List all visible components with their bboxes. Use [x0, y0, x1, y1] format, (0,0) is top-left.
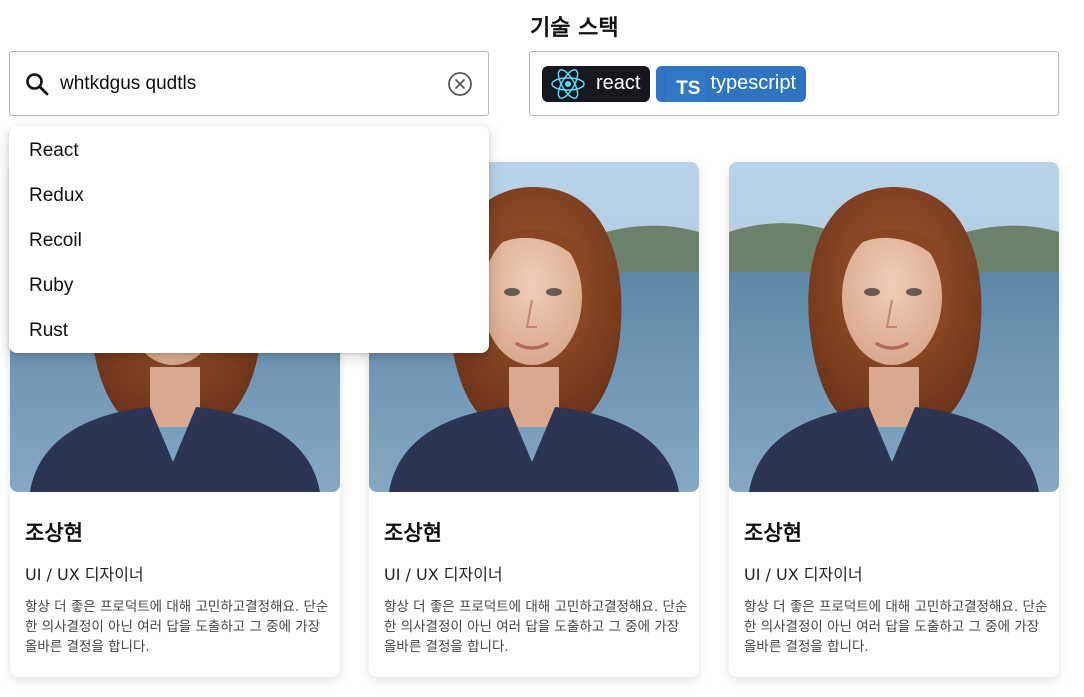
autocomplete-dropdown: React Redux Recoil Ruby Rust [9, 126, 489, 353]
profile-role: UI / UX 디자이너 [25, 565, 144, 584]
profile-name: 조상현 [25, 521, 83, 545]
dropdown-option[interactable]: Redux [9, 173, 489, 218]
profile-description: 항상 더 좋은 프로덕트에 대해 고민하고결정해요. 단순한 의사결정이 아닌 … [744, 599, 1048, 655]
dropdown-option[interactable]: Rust [9, 308, 489, 353]
tech-chip-label: react [596, 72, 641, 94]
profile-role: UI / UX 디자이너 [384, 565, 503, 584]
dropdown-option[interactable]: Recoil [9, 218, 489, 263]
dropdown-option[interactable]: React [9, 128, 489, 173]
search-icon [24, 71, 50, 97]
profile-name: 조상현 [744, 521, 802, 545]
typescript-logo-icon: TS [656, 65, 707, 102]
tech-stack-title: 기술 스택 [530, 16, 619, 41]
profile-card[interactable]: 조상현 UI / UX 디자이너 항상 더 좋은 프로덕트에 대해 고민하고결정… [729, 162, 1059, 677]
profile-role: UI / UX 디자이너 [744, 565, 863, 584]
react-logo-icon [548, 66, 588, 102]
tech-chip-react[interactable]: react [542, 65, 651, 102]
profile-name: 조상현 [384, 521, 442, 545]
search-input[interactable] [60, 72, 446, 95]
tech-chip-label: typescript [710, 72, 797, 94]
clear-icon[interactable] [446, 70, 474, 98]
tech-stack-field[interactable]: react TS typescript [529, 51, 1059, 116]
dropdown-option[interactable]: Ruby [9, 263, 489, 308]
profile-photo [729, 162, 1059, 492]
profile-description: 항상 더 좋은 프로덕트에 대해 고민하고결정해요. 단순한 의사결정이 아닌 … [25, 599, 329, 655]
search-box[interactable] [9, 51, 489, 116]
tech-chip-typescript[interactable]: TS typescript [656, 65, 807, 102]
profile-description: 항상 더 좋은 프로덕트에 대해 고민하고결정해요. 단순한 의사결정이 아닌 … [384, 599, 688, 655]
